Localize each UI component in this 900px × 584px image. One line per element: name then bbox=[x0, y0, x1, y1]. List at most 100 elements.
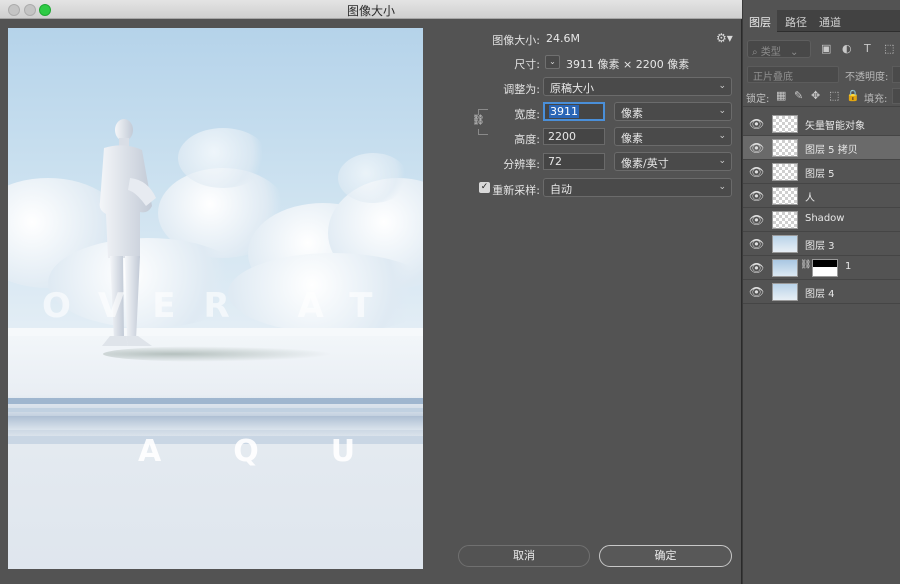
shape-filter-icon[interactable]: ⬚ bbox=[884, 42, 894, 55]
resolution-input[interactable]: 72 bbox=[543, 153, 605, 170]
adjustment-filter-icon[interactable]: ◐ bbox=[842, 42, 852, 55]
tab-channels[interactable]: 通道 bbox=[819, 14, 841, 30]
dimensions-label: 尺寸: bbox=[514, 58, 540, 71]
chevron-down-icon: ⌄ bbox=[718, 106, 726, 116]
preview-text-over: OVER AT T bbox=[42, 286, 401, 326]
chevron-down-icon: ⌄ bbox=[789, 47, 799, 58]
fill-label: 填充: bbox=[864, 94, 888, 105]
image-preview[interactable]: OVER AT T AQU bbox=[8, 28, 423, 569]
eye-icon[interactable]: 👁 bbox=[749, 189, 764, 203]
fit-to-select[interactable]: 原稿大小 ⌄ bbox=[543, 77, 732, 96]
ground-stripe bbox=[8, 408, 423, 412]
image-size-label: 图像大小: bbox=[492, 34, 540, 47]
layer-name: 图层 3 bbox=[805, 241, 835, 252]
link-icon[interactable]: ⛓ bbox=[472, 115, 485, 129]
eye-icon[interactable]: 👁 bbox=[749, 261, 764, 275]
cloud-shape bbox=[178, 128, 268, 188]
eye-icon[interactable]: 👁 bbox=[749, 285, 764, 299]
lock-label: 锁定: bbox=[746, 94, 770, 105]
ok-button[interactable]: 确定 bbox=[599, 545, 732, 567]
layer-row[interactable]: 👁 矢量智能对象 bbox=[743, 112, 900, 136]
window-title: 图像大小 bbox=[346, 4, 395, 18]
layer-thumbnail bbox=[772, 187, 798, 205]
resolution-unit-select[interactable]: 像素/英寸 ⌄ bbox=[614, 152, 732, 171]
cloud-shape bbox=[338, 153, 408, 203]
layer-name: 人 bbox=[805, 193, 815, 204]
layer-row[interactable]: 👁 ⛓ 1 bbox=[743, 256, 900, 280]
resample-checkbox[interactable]: ✓ bbox=[479, 182, 490, 193]
layer-row[interactable]: 👁 图层 3 bbox=[743, 232, 900, 256]
layer-name: 图层 5 拷贝 bbox=[805, 145, 858, 156]
layer-name: Shadow bbox=[805, 213, 845, 224]
layer-thumbnail bbox=[772, 139, 798, 157]
height-unit-value: 像素 bbox=[621, 132, 643, 145]
fill-input[interactable] bbox=[892, 88, 900, 104]
width-input[interactable]: 3911 bbox=[543, 102, 605, 121]
image-size-dialog: 图像大小 OVER AT AQU ⚙▾ 图像大小: 24.6M 尺寸: ⌄ 39… bbox=[0, 0, 742, 584]
resample-value: 自动 bbox=[550, 183, 572, 196]
height-unit-select[interactable]: 像素 ⌄ bbox=[614, 127, 732, 146]
chevron-down-icon: ⌄ bbox=[718, 156, 726, 166]
image-filter-icon[interactable]: ▣ bbox=[821, 42, 831, 55]
layer-thumbnail bbox=[772, 115, 798, 133]
blend-mode-value: 正片叠底 bbox=[753, 72, 793, 83]
panel-tabs: 图层 路径 通道 bbox=[743, 10, 900, 33]
layer-thumbnail bbox=[772, 259, 798, 277]
blend-mode-select[interactable]: 正片叠底 bbox=[747, 66, 839, 83]
eye-icon[interactable]: 👁 bbox=[749, 213, 764, 227]
width-value: 3911 bbox=[549, 105, 579, 118]
resample-select[interactable]: 自动 ⌄ bbox=[543, 178, 732, 197]
fit-to-label: 调整为: bbox=[503, 83, 540, 96]
lock-artboard-icon[interactable]: ⬚ bbox=[829, 89, 839, 102]
eye-icon[interactable]: 👁 bbox=[749, 165, 764, 179]
layer-mask-thumbnail[interactable] bbox=[812, 259, 838, 277]
layer-thumbnail bbox=[772, 211, 798, 229]
layer-name: 矢量智能对象 bbox=[805, 121, 865, 132]
chevron-down-icon: ⌄ bbox=[718, 182, 726, 192]
filter-placeholder: 类型 bbox=[760, 47, 781, 58]
lock-row: 锁定: ▦ ✎ ✥ ⬚ 🔒 填充: bbox=[743, 87, 900, 107]
layer-filter-select[interactable]: ⌕ 类型 ⌄ bbox=[747, 40, 811, 58]
resolution-unit-value: 像素/英寸 bbox=[621, 157, 669, 170]
resolution-label: 分辨率: bbox=[503, 158, 540, 171]
title-bar: 图像大小 bbox=[0, 0, 742, 19]
lock-position-icon[interactable]: ✥ bbox=[811, 89, 820, 102]
tab-layers[interactable]: 图层 bbox=[743, 10, 777, 33]
width-label: 宽度: bbox=[514, 108, 540, 121]
opacity-input[interactable] bbox=[892, 66, 900, 83]
lock-all-icon[interactable]: 🔒 bbox=[846, 89, 860, 102]
cancel-button[interactable]: 取消 bbox=[458, 545, 590, 567]
lock-transparency-icon[interactable]: ▦ bbox=[776, 89, 786, 102]
chevron-down-icon: ⌄ bbox=[718, 131, 726, 141]
layer-thumbnail bbox=[772, 283, 798, 301]
opacity-label: 不透明度: bbox=[845, 72, 889, 83]
layers-panel: 图层 路径 通道 ⌕ 类型 ⌄ ▣ ◐ T ⬚ 正片叠底 不透明度: 锁定: ▦… bbox=[743, 0, 900, 584]
eye-icon[interactable]: 👁 bbox=[749, 237, 764, 251]
figure-shadow bbox=[103, 346, 333, 362]
layer-thumbnail bbox=[772, 163, 798, 181]
image-size-value: 24.6M bbox=[546, 32, 580, 45]
width-unit-select[interactable]: 像素 ⌄ bbox=[614, 102, 732, 121]
search-icon: ⌕ bbox=[752, 47, 758, 58]
ground-stripe bbox=[8, 398, 423, 404]
layer-row[interactable]: 👁 人 bbox=[743, 184, 900, 208]
gear-icon[interactable]: ⚙▾ bbox=[716, 31, 733, 45]
layer-name: 1 bbox=[845, 261, 852, 272]
height-input[interactable]: 2200 bbox=[543, 128, 605, 145]
eye-icon[interactable]: 👁 bbox=[749, 117, 764, 131]
type-filter-icon[interactable]: T bbox=[864, 42, 871, 55]
width-unit-value: 像素 bbox=[621, 107, 643, 120]
dimensions-value: 3911 像素 × 2200 像素 bbox=[566, 58, 690, 71]
tab-paths[interactable]: 路径 bbox=[785, 14, 807, 30]
lock-pixels-icon[interactable]: ✎ bbox=[794, 89, 803, 102]
layer-name: 图层 4 bbox=[805, 289, 835, 300]
layer-row[interactable]: 👁 图层 5 拷贝 bbox=[743, 136, 900, 160]
height-label: 高度: bbox=[514, 133, 540, 146]
eye-icon[interactable]: 👁 bbox=[749, 141, 764, 155]
layer-row[interactable]: 👁 图层 5 bbox=[743, 160, 900, 184]
preview-text-aqu: AQU bbox=[138, 434, 423, 469]
dimensions-unit-toggle[interactable]: ⌄ bbox=[545, 55, 560, 69]
chain-link-icon[interactable]: ⛓ bbox=[800, 260, 811, 270]
layer-row[interactable]: 👁 Shadow bbox=[743, 208, 900, 232]
layer-row[interactable]: 👁 图层 4 bbox=[743, 280, 900, 304]
